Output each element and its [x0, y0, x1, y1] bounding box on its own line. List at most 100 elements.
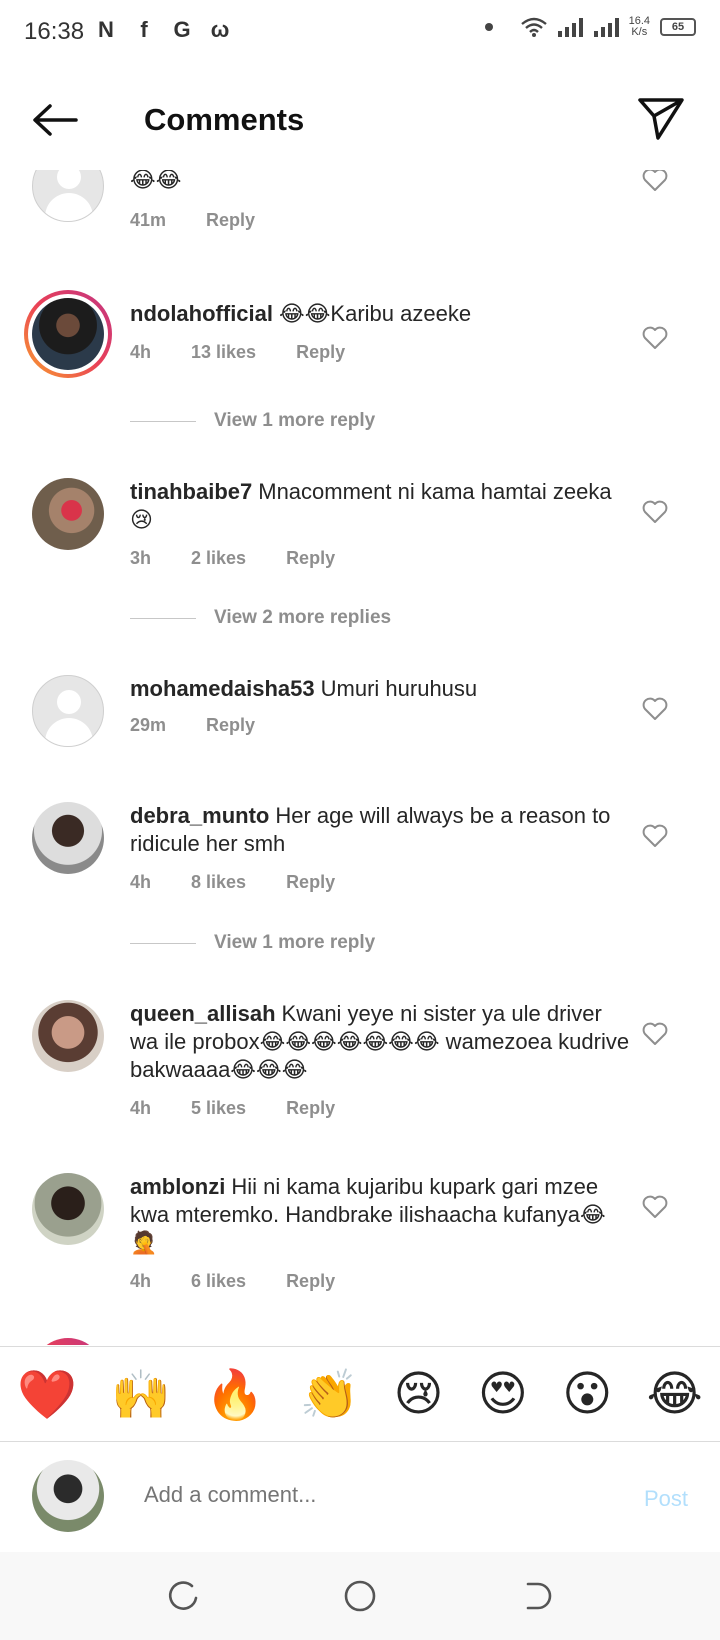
avatar[interactable]	[32, 1000, 104, 1072]
comment-username[interactable]: amblonzi	[130, 1174, 225, 1199]
avatar[interactable]	[32, 478, 104, 550]
wifi-icon	[520, 17, 547, 37]
comment-username[interactable]: mohamedaisha53	[130, 676, 315, 701]
heart-icon[interactable]	[642, 1022, 668, 1046]
replies-divider	[130, 420, 196, 422]
avatar-story-ring[interactable]	[24, 290, 112, 378]
comment-username[interactable]: tinahbaibe7	[130, 479, 252, 504]
system-nav-bar	[0, 1552, 720, 1640]
heart-icon[interactable]	[642, 500, 668, 524]
comment-time: 4h	[130, 872, 152, 892]
post-button[interactable]: Post	[644, 1486, 688, 1512]
comment-meta: 3h 2 likes Reply	[130, 548, 335, 569]
comment-text: debra_munto Her age will always be a reas…	[130, 802, 630, 858]
comment-meta: 41m Reply	[130, 210, 255, 231]
comment-likes[interactable]: 13 likes	[191, 342, 256, 363]
reply-button[interactable]: Reply	[286, 1271, 335, 1292]
reply-button[interactable]: Reply	[206, 715, 255, 736]
status-indicators: 16.4 K/s 65	[484, 16, 696, 38]
battery-icon: 65	[660, 18, 696, 36]
comments-list[interactable]: 😂😂 41m Reply ndolahofficial 😂😂Karibu azee…	[0, 170, 720, 1345]
comment-time: 4h	[130, 1098, 152, 1118]
comment-item: mohamedaisha53 Umuri huruhusu 29m Reply	[0, 675, 720, 747]
heart-icon[interactable]	[642, 1195, 668, 1219]
crying-face-emoji-button[interactable]: 😢	[394, 1366, 444, 1422]
comment-likes[interactable]: 8 likes	[191, 872, 246, 893]
reply-button[interactable]: Reply	[286, 872, 335, 893]
reply-button[interactable]: Reply	[296, 342, 345, 363]
avatar[interactable]	[32, 675, 104, 747]
replies-divider	[130, 617, 196, 619]
heart-icon[interactable]	[642, 326, 668, 350]
network-speed: 16.4 K/s	[629, 16, 650, 38]
comment-item: 😂😂 41m Reply	[0, 170, 720, 230]
heart-icon[interactable]	[642, 170, 668, 192]
comment-text: 😂😂	[130, 170, 630, 194]
heart-eyes-emoji-button[interactable]: 😍	[478, 1366, 528, 1422]
view-more-replies[interactable]: View 2 more replies	[130, 607, 391, 629]
reply-button[interactable]: Reply	[206, 210, 255, 231]
flame-app-icon: ω	[210, 17, 230, 42]
comment-meta: 4h 8 likes Reply	[130, 872, 335, 893]
comment-likes[interactable]: 2 likes	[191, 548, 246, 569]
emoji-reaction-bar: ❤️ 🙌 🔥 👏 😢 😍 😮 😂	[0, 1346, 720, 1442]
comment-username[interactable]: debra_munto	[130, 803, 269, 828]
comment-input[interactable]	[144, 1482, 564, 1508]
header: Comments	[0, 80, 720, 160]
heart-icon[interactable]	[642, 697, 668, 721]
comment-username[interactable]: queen_allisah	[130, 1001, 276, 1026]
comment-time: 4h	[130, 1271, 152, 1291]
comment-body: Umuri huruhusu	[320, 676, 478, 701]
avatar[interactable]	[32, 1173, 104, 1245]
heart-icon[interactable]	[642, 824, 668, 848]
view-replies-label[interactable]: View 1 more reply	[214, 410, 375, 432]
comment-meta: 29m Reply	[130, 715, 255, 736]
comment-text: queen_allisah Kwani yeye ni sister ya ule…	[130, 1000, 630, 1084]
comment-body: 😂😂Karibu azeeke	[279, 301, 472, 326]
comment-likes[interactable]: 6 likes	[191, 1271, 246, 1292]
avatar[interactable]	[32, 802, 104, 874]
home-icon[interactable]	[342, 1578, 378, 1614]
current-user-avatar	[32, 1460, 104, 1532]
comment-time: 4h	[130, 342, 152, 362]
comment-meta: 4h 5 likes Reply	[130, 1098, 335, 1119]
avatar-story-ring[interactable]	[32, 1338, 104, 1345]
tears-of-joy-emoji-button[interactable]: 😂	[647, 1366, 703, 1422]
comment-text: ndolahofficial 😂😂Karibu azeeke	[130, 300, 630, 328]
reply-button[interactable]: Reply	[286, 548, 335, 569]
page-title: Comments	[144, 102, 305, 137]
battery-level: 65	[671, 21, 685, 33]
fire-emoji-button[interactable]: 🔥	[205, 1366, 265, 1423]
recent-apps-icon[interactable]	[166, 1578, 202, 1614]
raising-hands-emoji-button[interactable]: 🙌	[111, 1366, 171, 1423]
view-more-replies[interactable]: View 1 more reply	[130, 410, 375, 432]
back-nav-icon[interactable]	[518, 1578, 554, 1614]
comment-text: amblonzi Hii ni kama kujaribu kupark gari…	[130, 1173, 630, 1257]
comment-composer: Post	[0, 1442, 720, 1552]
view-replies-label[interactable]: View 1 more reply	[214, 932, 375, 954]
signal-icon-2	[593, 18, 619, 37]
avatar-photo	[32, 298, 104, 370]
notification-dot	[484, 23, 493, 31]
clapping-hands-emoji-button[interactable]: 👏	[299, 1366, 359, 1423]
comment-text: tinahbaibe7 Mnacomment ni kama hamtai zee…	[130, 478, 630, 534]
red-heart-emoji-button[interactable]: ❤️	[17, 1366, 77, 1423]
g-app-icon: G	[173, 17, 191, 42]
comment-likes[interactable]: 5 likes	[191, 1098, 246, 1119]
comment-time: 29m	[130, 715, 167, 735]
avatar[interactable]	[32, 170, 104, 222]
back-arrow-icon[interactable]	[30, 100, 80, 140]
reply-button[interactable]: Reply	[286, 1098, 335, 1119]
comment-username[interactable]: ndolahofficial	[130, 301, 273, 326]
comment-body: 😂😂	[130, 170, 182, 192]
direct-message-icon[interactable]	[636, 96, 686, 142]
comment-meta: 4h 6 likes Reply	[130, 1271, 335, 1292]
comment-time: 3h	[130, 548, 152, 568]
surprised-face-emoji-button[interactable]: 😮	[562, 1366, 612, 1422]
status-bar: 16:38 N f G ω 16.4 K/s 65	[0, 0, 720, 66]
view-more-replies[interactable]: View 1 more reply	[130, 932, 375, 954]
view-replies-label[interactable]: View 2 more replies	[214, 607, 391, 629]
replies-divider	[130, 942, 196, 944]
status-time: 16:38	[24, 18, 85, 45]
comment-time: 41m	[130, 210, 167, 230]
